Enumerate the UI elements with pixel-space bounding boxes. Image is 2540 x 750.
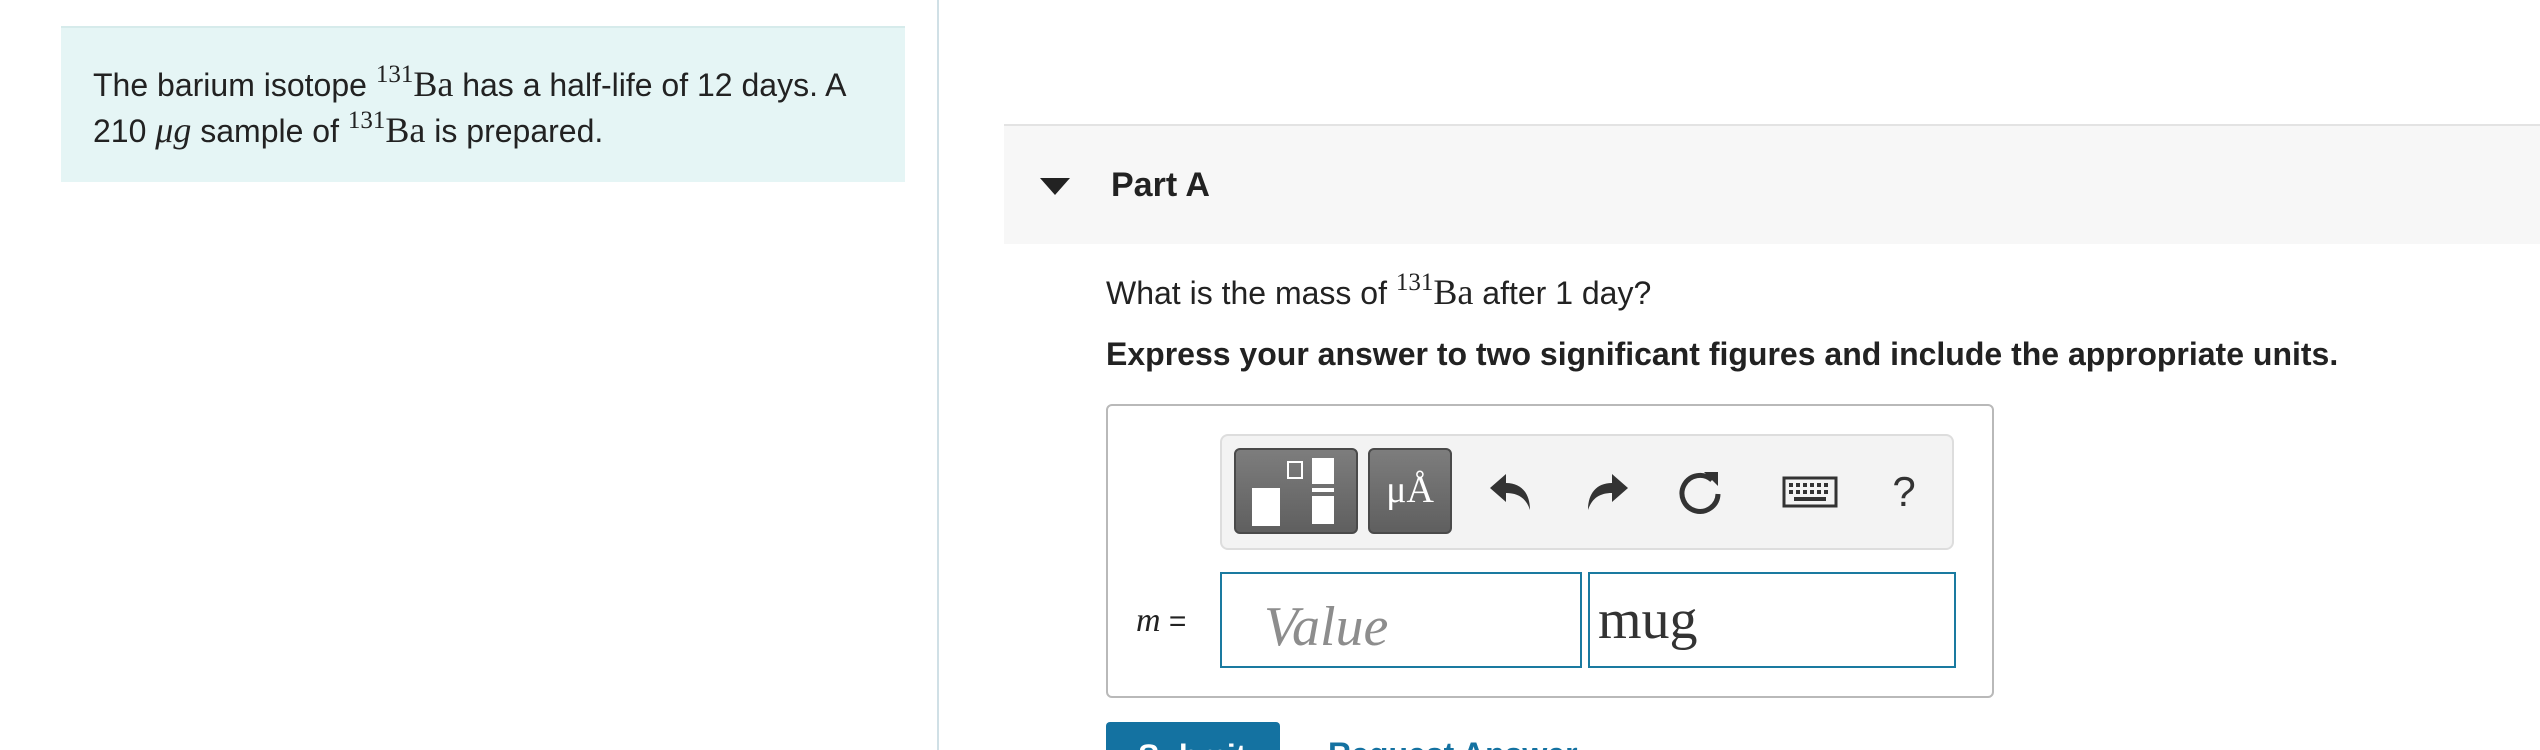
undo-icon bbox=[1490, 474, 1530, 510]
reset-icon bbox=[1679, 472, 1721, 514]
problem-intro: The barium isotope 131Ba has a half-life… bbox=[61, 26, 905, 182]
reset-button[interactable] bbox=[1672, 464, 1728, 520]
intro-text-3: 210 bbox=[93, 113, 156, 149]
isotope-element: Ba bbox=[413, 64, 454, 104]
intro-text-4: sample of bbox=[191, 113, 348, 149]
equals-sign: = bbox=[1160, 605, 1187, 638]
question-text-1: What is the mass of bbox=[1106, 275, 1396, 311]
templates-button[interactable] bbox=[1234, 448, 1358, 534]
variable-label: m = bbox=[1136, 602, 1186, 640]
keyboard-button[interactable] bbox=[1778, 464, 1844, 520]
isotope-element-2: Ba bbox=[385, 110, 426, 150]
part-a-header[interactable]: Part A bbox=[1004, 124, 2540, 244]
question-text-2: after 1 day? bbox=[1473, 275, 1652, 311]
question-isotope-mass: 131 bbox=[1395, 269, 1434, 296]
keyboard-icon bbox=[1782, 476, 1838, 508]
answer-box: μÅ ? m = Value mug bbox=[1106, 404, 1994, 698]
undo-button[interactable] bbox=[1484, 464, 1540, 520]
isotope-mass-number: 131 bbox=[375, 61, 414, 88]
isotope-mass-number-2: 131 bbox=[347, 107, 386, 134]
instruction-text: Express your answer to two significant f… bbox=[1106, 336, 2339, 372]
question-isotope-element: Ba bbox=[1433, 272, 1474, 312]
math-toolbar: μÅ ? bbox=[1220, 434, 1954, 550]
templates-icon bbox=[1252, 458, 1334, 526]
variable-symbol: m bbox=[1136, 602, 1161, 639]
request-answer-link[interactable]: Request Answer bbox=[1328, 736, 1578, 750]
page: The barium isotope 131Ba has a half-life… bbox=[0, 0, 2540, 750]
part-title: Part A bbox=[1111, 166, 1210, 204]
collapse-caret-icon[interactable] bbox=[1040, 178, 1070, 195]
submit-button[interactable]: Submit bbox=[1106, 722, 1280, 750]
units-input[interactable]: mug bbox=[1588, 572, 1956, 668]
value-input[interactable] bbox=[1220, 572, 1582, 668]
redo-icon bbox=[1588, 474, 1628, 510]
help-icon[interactable]: ? bbox=[1876, 464, 1932, 520]
panel-divider bbox=[937, 0, 939, 750]
intro-unit: μg bbox=[155, 110, 192, 150]
intro-text-2: has a half-life of 12 days. A bbox=[453, 67, 847, 103]
question-text: What is the mass of 131Ba after 1 day? bbox=[1106, 268, 1651, 317]
redo-button[interactable] bbox=[1578, 464, 1634, 520]
units-icon: μÅ bbox=[1386, 469, 1434, 511]
intro-text-1: The barium isotope bbox=[93, 67, 376, 103]
units-button[interactable]: μÅ bbox=[1368, 448, 1452, 534]
intro-text-5: is prepared. bbox=[425, 113, 604, 149]
